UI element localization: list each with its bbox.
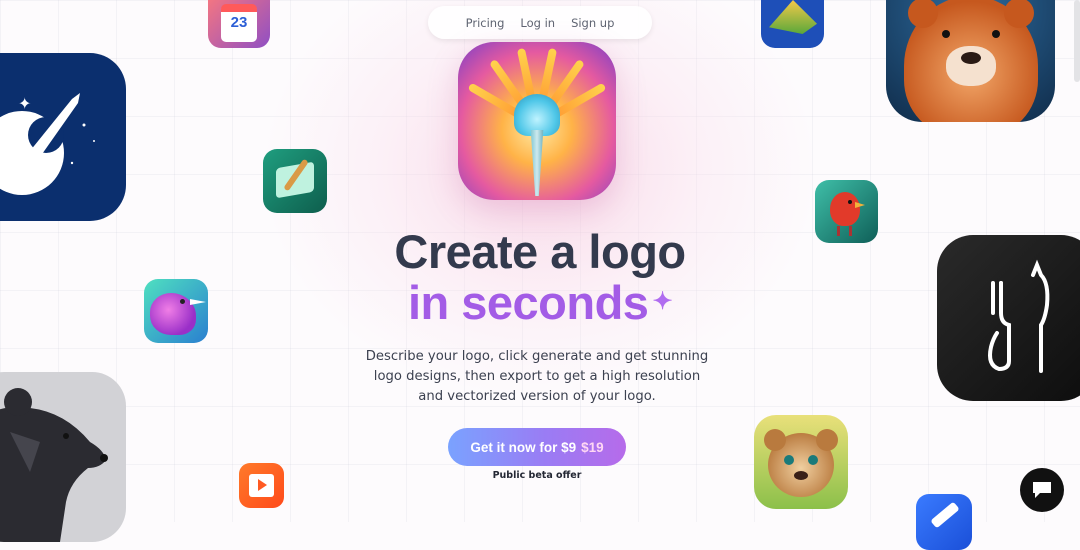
video-player-icon — [239, 463, 284, 508]
cta-label: Get it now for $9 — [470, 439, 577, 455]
chat-bubble-icon — [1033, 482, 1051, 498]
public-beta-note: Public beta offer — [492, 470, 582, 481]
utensils-icon — [937, 235, 1080, 401]
nav-login-link[interactable]: Log in — [520, 16, 555, 30]
sparkle-icon: ✦ — [652, 288, 673, 315]
orange-bear-icon — [886, 0, 1055, 122]
lion-cub-icon — [754, 415, 848, 509]
rocket-logo-icon: ✦ — [0, 53, 126, 221]
bird-icon — [144, 279, 208, 343]
chat-button[interactable] — [1020, 468, 1064, 512]
hero-title-line1: Create a logo — [394, 225, 686, 278]
mountain-landscape-icon — [761, 0, 824, 48]
hero-description: Describe your logo, click generate and g… — [365, 349, 709, 404]
get-it-now-button[interactable]: Get it now for $9 $19 — [448, 428, 626, 466]
calendar-icon: 23 — [208, 0, 270, 48]
hero-title-line2: in seconds ✦ — [340, 277, 740, 338]
hero-paintbrush-logo-icon — [458, 42, 616, 200]
svg-text:✦: ✦ — [18, 94, 31, 113]
pencil-icon — [916, 494, 972, 550]
top-nav: Pricing Log in Sign up — [428, 6, 652, 39]
red-bird-icon — [815, 180, 878, 243]
scrollbar-thumb[interactable] — [1074, 0, 1080, 82]
calendar-day: 23 — [230, 14, 248, 31]
black-bear-icon — [0, 372, 126, 542]
cta-old-price: $19 — [581, 439, 604, 455]
nav-pricing-link[interactable]: Pricing — [466, 16, 505, 30]
hero-title-highlight: in seconds — [407, 276, 649, 329]
nav-signup-link[interactable]: Sign up — [571, 16, 614, 30]
paintbrush-box-icon — [263, 149, 327, 213]
